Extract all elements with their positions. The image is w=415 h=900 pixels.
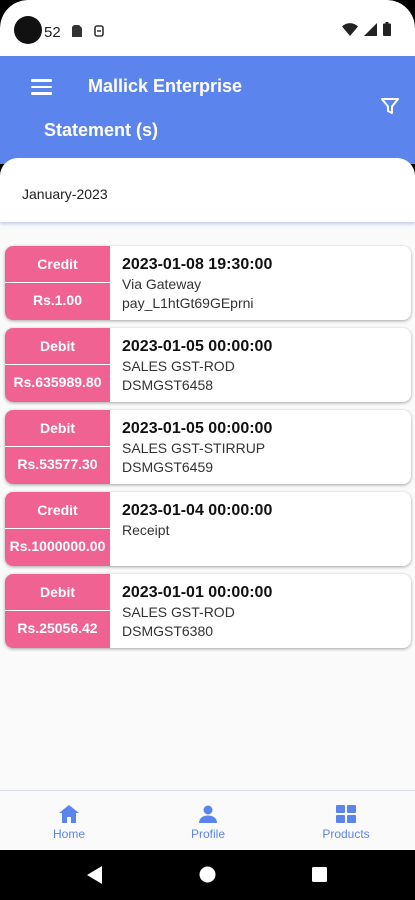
nav-profile-label: Profile: [190, 827, 225, 841]
transaction-tag: Debit Rs.25056.42: [5, 574, 110, 648]
transaction-reference: DSMGST6380: [122, 623, 214, 639]
person-icon: [199, 805, 217, 823]
statement-entry[interactable]: Debit Rs.53577.30 2023-01-05 00:00:00 SA…: [5, 410, 411, 484]
transaction-tag: Credit Rs.1000000.00: [5, 492, 110, 566]
statement-entry[interactable]: Credit Rs.1000000.00 2023-01-04 00:00:00…: [5, 492, 411, 566]
status-time: 52: [44, 24, 61, 41]
month-label: January-2023: [22, 186, 108, 202]
transaction-amount: Rs.1.00: [32, 292, 83, 308]
transaction-description: SALES GST-ROD: [122, 358, 235, 374]
transaction-reference: DSMGST6459: [122, 459, 214, 475]
transaction-datetime: 2023-01-04 00:00:00: [122, 502, 273, 519]
grid-icon: [336, 805, 356, 823]
signal-icon: [364, 22, 377, 36]
nav-products-label: Products: [322, 827, 370, 841]
recents-icon[interactable]: [312, 867, 327, 882]
transaction-datetime: 2023-01-01 00:00:00: [122, 584, 273, 601]
nav-home-label: Home: [52, 827, 85, 841]
notification-icon: [94, 25, 104, 37]
wifi-icon: [342, 22, 358, 36]
camera-cutout: [14, 16, 42, 44]
month-header[interactable]: January-2023: [0, 158, 415, 222]
transaction-datetime: 2023-01-05 00:00:00: [122, 420, 273, 437]
transaction-amount: Rs.635989.80: [13, 374, 102, 390]
system-status-icons: [342, 22, 391, 36]
nav-home[interactable]: Home: [9, 791, 129, 851]
nav-profile[interactable]: Profile: [148, 791, 268, 851]
transaction-type: Credit: [5, 492, 110, 529]
battery-icon: [383, 22, 391, 36]
transaction-description: SALES GST-ROD: [122, 604, 235, 620]
statement-entry[interactable]: Debit Rs.25056.42 2023-01-01 00:00:00 SA…: [5, 574, 411, 648]
system-navigation-bar: [0, 850, 415, 900]
transaction-reference: DSMGST6458: [122, 377, 214, 393]
transaction-tag: Debit Rs.53577.30: [5, 410, 110, 484]
transaction-type: Debit: [5, 410, 110, 447]
transaction-type: Credit: [5, 246, 110, 283]
transaction-amount: Rs.1000000.00: [9, 538, 106, 554]
menu-icon[interactable]: [31, 79, 52, 95]
app-bar: [0, 56, 415, 164]
transaction-tag: Credit Rs.1.00: [5, 246, 110, 320]
back-icon[interactable]: [87, 866, 103, 884]
status-bar: 52: [0, 0, 415, 56]
transaction-description: Receipt: [122, 522, 170, 538]
statement-entry[interactable]: Credit Rs.1.00 2023-01-08 19:30:00 Via G…: [5, 246, 411, 320]
transaction-description: SALES GST-STIRRUP: [122, 440, 266, 456]
transaction-type: Debit: [5, 328, 110, 365]
phone-screen: 52 Mallick Enterprise Statement (s) Janu…: [0, 0, 415, 900]
transaction-datetime: 2023-01-08 19:30:00: [122, 256, 273, 273]
transaction-tag: Debit Rs.635989.80: [5, 328, 110, 402]
nav-products[interactable]: Products: [286, 791, 406, 851]
statement-content: January-2023 Credit Rs.1.00 2023-01-08 1…: [0, 158, 415, 790]
filter-icon[interactable]: [380, 96, 400, 116]
transaction-amount: Rs.53577.30: [17, 456, 98, 472]
transaction-description: Via Gateway: [122, 276, 202, 292]
bottom-navigation: Home Profile Products: [0, 790, 415, 850]
transaction-amount: Rs.25056.42: [17, 620, 98, 636]
statement-entry[interactable]: Debit Rs.635989.80 2023-01-05 00:00:00 S…: [5, 328, 411, 402]
home-icon: [59, 805, 79, 823]
transaction-datetime: 2023-01-05 00:00:00: [122, 338, 273, 355]
transaction-reference: pay_L1htGt69GEprni: [122, 295, 254, 311]
page-subtitle: Statement (s): [44, 120, 159, 140]
sim-card-icon: [72, 25, 82, 37]
app-title: Mallick Enterprise: [88, 76, 243, 96]
transaction-type: Debit: [5, 574, 110, 611]
home-circle-icon[interactable]: [199, 866, 216, 883]
